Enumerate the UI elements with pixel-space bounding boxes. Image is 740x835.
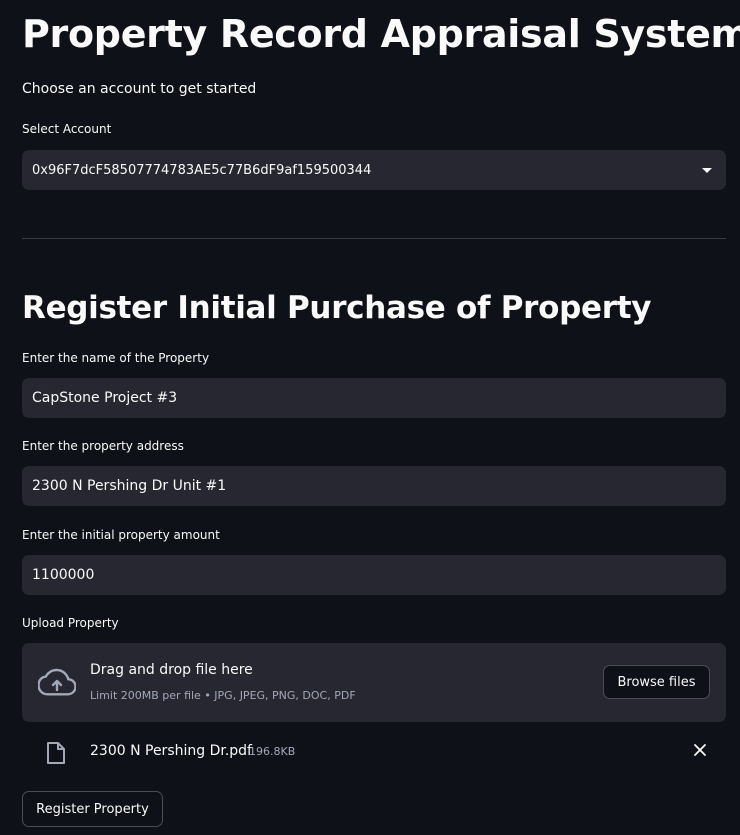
account-select-value: 0x96F7dcF58507774783AE5c77B6dF9af1595003… [32, 162, 372, 178]
property-name-input[interactable] [32, 390, 716, 406]
file-icon [47, 742, 65, 764]
uploaded-file-name: 2300 N Pershing Dr.pdf [90, 743, 252, 759]
account-select-label: Select Account [22, 122, 112, 136]
property-amount-label: Enter the initial property amount [22, 528, 220, 542]
register-property-button[interactable]: Register Property [22, 791, 163, 827]
account-select[interactable]: 0x96F7dcF58507774783AE5c77B6dF9af1595003… [22, 150, 726, 190]
property-amount-input[interactable] [32, 567, 716, 583]
cloud-upload-icon [38, 668, 76, 696]
page-title: Property Record Appraisal System [22, 12, 740, 56]
file-dropzone[interactable]: Drag and drop file here Limit 200MB per … [22, 643, 726, 722]
uploaded-file-size: 196.8KB [249, 745, 296, 758]
property-name-field[interactable] [22, 378, 726, 418]
page-subtitle: Choose an account to get started [22, 81, 257, 97]
chevron-down-icon[interactable] [702, 167, 712, 173]
section-divider [22, 238, 726, 239]
dropzone-hint: Limit 200MB per file • JPG, JPEG, PNG, D… [90, 689, 356, 702]
register-heading: Register Initial Purchase of Property [22, 290, 652, 326]
upload-label: Upload Property [22, 616, 119, 630]
browse-files-button[interactable]: Browse files [603, 665, 710, 699]
property-address-input[interactable] [32, 478, 716, 494]
property-amount-field[interactable] [22, 555, 726, 595]
close-icon[interactable] [692, 742, 708, 758]
property-name-label: Enter the name of the Property [22, 351, 210, 365]
property-address-field[interactable] [22, 466, 726, 506]
property-address-label: Enter the property address [22, 439, 184, 453]
uploaded-file-row: 2300 N Pershing Dr.pdf 196.8KB [22, 732, 726, 772]
dropzone-title: Drag and drop file here [90, 662, 253, 678]
